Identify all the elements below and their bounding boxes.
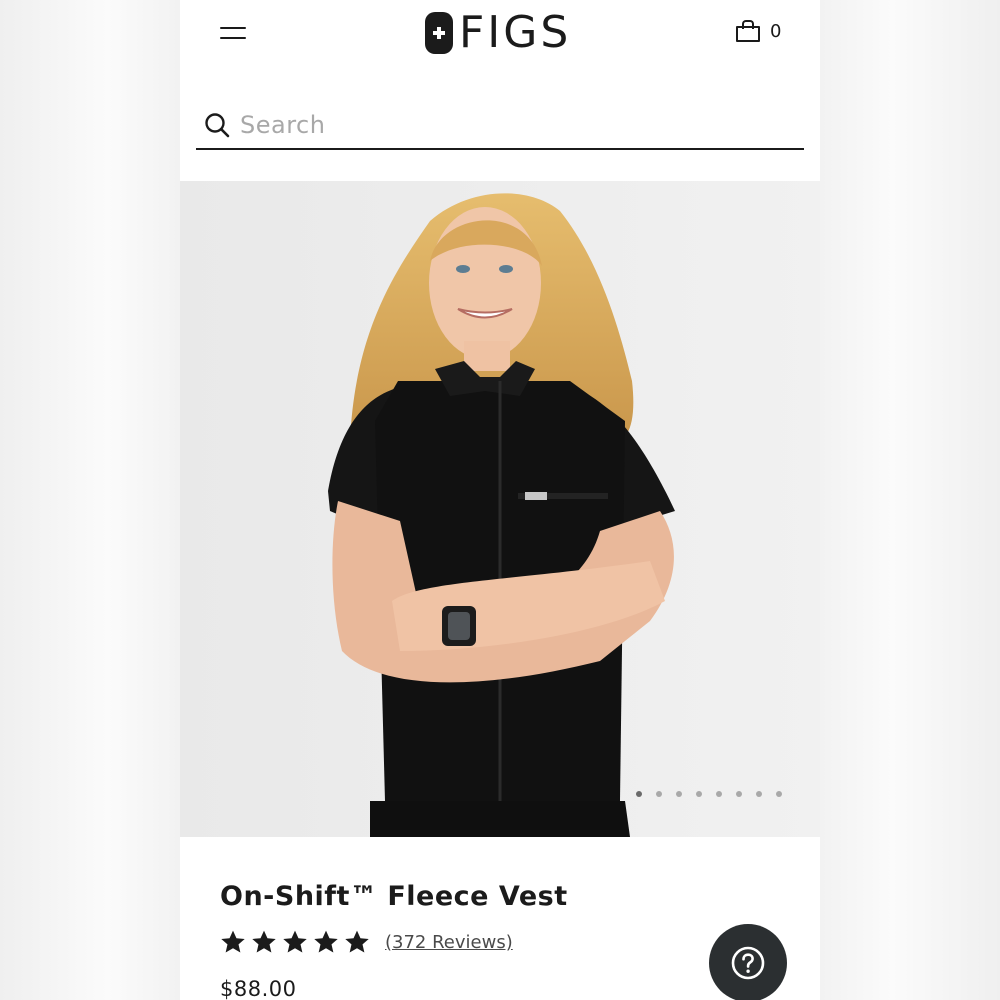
- product-price: $88.00: [220, 977, 297, 1000]
- product-image[interactable]: [180, 181, 820, 837]
- product-photo-illustration: [180, 181, 820, 837]
- star-icon: [314, 930, 338, 953]
- menu-icon[interactable]: [220, 26, 246, 42]
- gallery-dot[interactable]: [696, 791, 702, 797]
- star-icon: [252, 930, 276, 953]
- site-header: FIGS 0: [180, 0, 820, 70]
- star-icon: [283, 930, 307, 953]
- help-button[interactable]: [709, 924, 787, 1000]
- reviews-link[interactable]: (372 Reviews): [385, 932, 513, 953]
- search-bar: [196, 102, 804, 150]
- star-icon: [221, 930, 245, 953]
- gallery-dot[interactable]: [776, 791, 782, 797]
- backdrop-right: [820, 0, 1000, 1000]
- mobile-page: FIGS 0 Search On-Shift™ Fleece Vest (372…: [180, 0, 820, 1000]
- shopping-bag-icon: [736, 20, 760, 42]
- backdrop-left: [0, 0, 180, 1000]
- gallery-dot[interactable]: [656, 791, 662, 797]
- figs-logo-icon: [425, 12, 453, 54]
- gallery-dot[interactable]: [756, 791, 762, 797]
- gallery-dot[interactable]: [716, 791, 722, 797]
- gallery-dot[interactable]: [636, 791, 642, 797]
- product-title: On-Shift™ Fleece Vest: [220, 881, 568, 912]
- cart-count: 0: [770, 20, 782, 42]
- product-rating: (372 Reviews): [220, 929, 513, 955]
- gallery-dot[interactable]: [676, 791, 682, 797]
- star-icon: [345, 930, 369, 953]
- search-icon[interactable]: [204, 112, 230, 138]
- gallery-dot[interactable]: [736, 791, 742, 797]
- help-icon: [731, 946, 765, 980]
- search-input[interactable]: [240, 108, 780, 142]
- brand-name: FIGS: [459, 7, 572, 58]
- menu-bar-bottom: [220, 37, 246, 39]
- product-info: On-Shift™ Fleece Vest (372 Reviews) $88.…: [180, 837, 820, 1000]
- menu-bar-top: [220, 27, 246, 29]
- gallery-pagination: [636, 791, 782, 797]
- cart-button[interactable]: 0: [736, 20, 781, 42]
- brand-logo[interactable]: FIGS: [425, 10, 571, 56]
